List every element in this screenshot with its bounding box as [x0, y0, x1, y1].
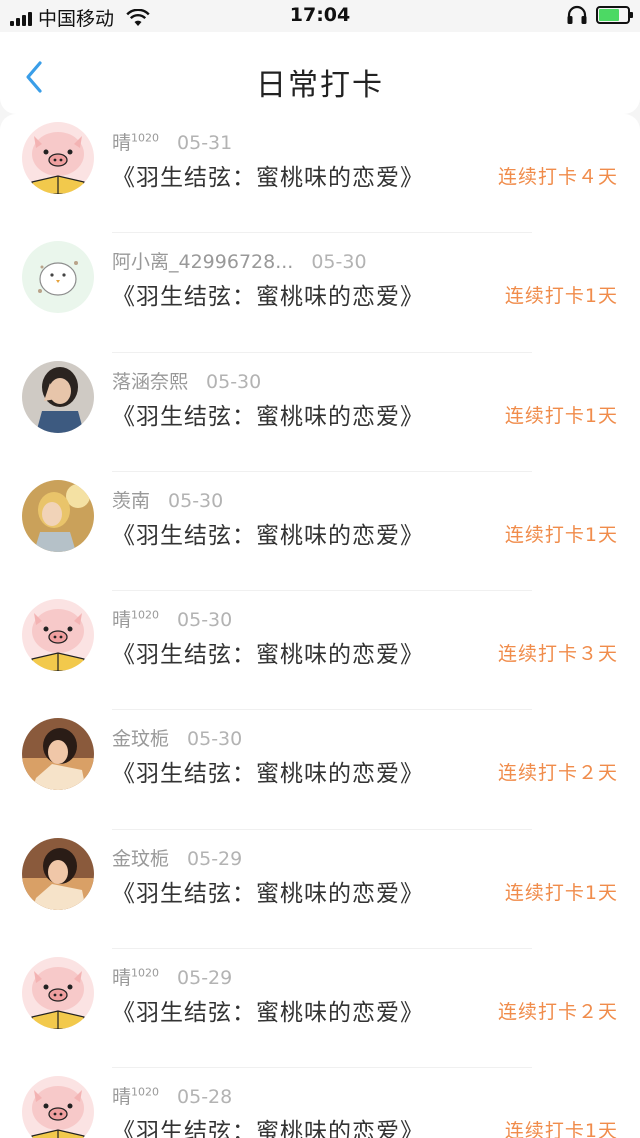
list-item[interactable]: 阿小离_42996728... 05-30 《羽生结弦：蜜桃味的恋爱》 连续打卡1天: [0, 233, 640, 353]
entry-meta: 晴1020 05-29: [112, 963, 232, 990]
entry-meta: 晴1020 05-28: [112, 1082, 232, 1109]
avatar[interactable]: [22, 122, 94, 194]
avatar[interactable]: [22, 479, 94, 552]
nav-bar: 日常打卡: [0, 32, 640, 114]
entry-meta: 晴1020 05-31: [112, 128, 232, 155]
username[interactable]: 晴: [112, 132, 131, 154]
username-suffix: 1020: [131, 608, 160, 622]
status-time: 17:04: [289, 4, 351, 26]
book-title[interactable]: 《羽生结弦：蜜桃味的恋爱》: [112, 993, 424, 1027]
username-suffix: 1020: [131, 1086, 160, 1100]
book-title[interactable]: 《羽生结弦：蜜桃味的恋爱》: [112, 754, 424, 788]
avatar[interactable]: [22, 837, 94, 910]
entry-meta: 落涵奈熙 05-30: [112, 367, 261, 394]
book-title[interactable]: 《羽生结弦：蜜桃味的恋爱》: [112, 277, 424, 311]
avatar[interactable]: [22, 957, 94, 1030]
entry-meta: 阿小离_42996728... 05-30: [112, 247, 367, 274]
streak-label: 连续打卡４天: [497, 166, 618, 188]
book-title[interactable]: 《羽生结弦：蜜桃味的恋爱》: [112, 158, 424, 192]
entry-date: 05-29: [187, 847, 243, 870]
page-title: 日常打卡: [256, 68, 384, 103]
streak-label: 连续打卡1天: [504, 881, 618, 904]
status-right: [566, 5, 633, 25]
username[interactable]: 晴: [112, 609, 131, 631]
username[interactable]: 金玟栀: [112, 728, 169, 750]
streak-label: 连续打卡1天: [504, 1120, 618, 1138]
status-bar: 中国移动 17:04: [0, 0, 640, 32]
entry-date: 05-28: [177, 1086, 233, 1109]
list-item[interactable]: 金玟栀 05-30 《羽生结弦：蜜桃味的恋爱》 连续打卡２天: [0, 710, 640, 830]
book-title[interactable]: 《羽生结弦：蜜桃味的恋爱》: [112, 516, 424, 550]
book-title[interactable]: 《羽生结弦：蜜桃味的恋爱》: [112, 397, 424, 431]
entry-date: 05-30: [177, 609, 233, 632]
headphones-icon: [567, 5, 587, 24]
username[interactable]: 金玟栀: [112, 848, 169, 870]
list-item[interactable]: 羡南 05-30 《羽生结弦：蜜桃味的恋爱》 连续打卡1天: [0, 472, 640, 592]
checkin-list[interactable]: 晴1020 05-31 《羽生结弦：蜜桃味的恋爱》 连续打卡４天 阿小离_4299672…: [0, 114, 640, 1138]
entry-date: 05-31: [177, 132, 233, 154]
streak-label: 连续打卡２天: [497, 762, 618, 785]
list-item[interactable]: 金玟栀 05-29 《羽生结弦：蜜桃味的恋爱》 连续打卡1天: [0, 830, 640, 950]
avatar[interactable]: [22, 718, 94, 791]
entry-meta: 羡南 05-30: [112, 486, 223, 513]
username[interactable]: 阿小离_42996728...: [112, 251, 293, 273]
book-title[interactable]: 《羽生结弦：蜜桃味的恋爱》: [112, 874, 424, 908]
battery-icon: [596, 6, 633, 24]
username-suffix: 1020: [131, 966, 160, 980]
username-suffix: 1020: [131, 131, 160, 145]
list-item[interactable]: 落涵奈熙 05-30 《羽生结弦：蜜桃味的恋爱》 连续打卡1天: [0, 353, 640, 472]
entry-date: 05-30: [311, 251, 367, 274]
entry-date: 05-29: [177, 967, 233, 990]
avatar[interactable]: [22, 241, 94, 314]
entry-date: 05-30: [187, 728, 243, 751]
streak-label: 连续打卡1天: [504, 523, 618, 546]
book-title[interactable]: 《羽生结弦：蜜桃味的恋爱》: [112, 635, 424, 669]
list-item[interactable]: 晴1020 05-30 《羽生结弦：蜜桃味的恋爱》 连续打卡３天: [0, 591, 640, 711]
list-item[interactable]: 晴1020 05-29 《羽生结弦：蜜桃味的恋爱》 连续打卡２天: [0, 949, 640, 1069]
streak-label: 连续打卡1天: [504, 404, 618, 427]
list-item[interactable]: 晴1020 05-31 《羽生结弦：蜜桃味的恋爱》 连续打卡４天: [0, 114, 640, 234]
streak-label: 连续打卡２天: [497, 1001, 618, 1024]
entry-date: 05-30: [206, 370, 262, 393]
username[interactable]: 晴: [112, 1086, 131, 1108]
username[interactable]: 羡南: [112, 490, 150, 512]
avatar[interactable]: [22, 599, 94, 672]
streak-label: 连续打卡３天: [497, 643, 618, 666]
entry-meta: 晴1020 05-30: [112, 605, 232, 632]
avatar[interactable]: [22, 1076, 94, 1138]
username[interactable]: 落涵奈熙: [112, 371, 188, 393]
avatar[interactable]: [22, 360, 94, 433]
entry-meta: 金玟栀 05-29: [112, 844, 242, 871]
entry-meta: 金玟栀 05-30: [112, 724, 242, 751]
username[interactable]: 晴: [112, 967, 131, 989]
book-title[interactable]: 《羽生结弦：蜜桃味的恋爱》: [112, 1112, 424, 1138]
streak-label: 连续打卡1天: [504, 285, 618, 308]
list-item[interactable]: 晴1020 05-28 《羽生结弦：蜜桃味的恋爱》 连续打卡1天: [0, 1068, 640, 1138]
entry-date: 05-30: [168, 489, 224, 512]
